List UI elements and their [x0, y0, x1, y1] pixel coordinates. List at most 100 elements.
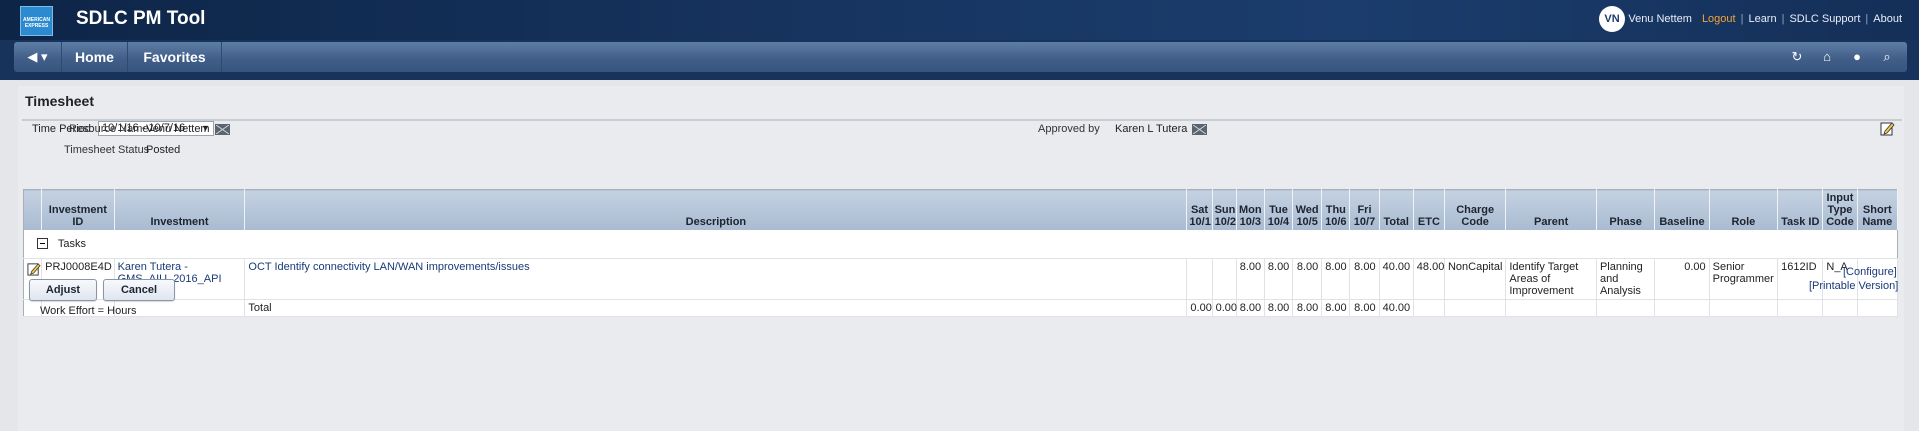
timesheet-panel: Timesheet Time Period: 10/1/16 - 10/7/16…	[18, 86, 1904, 431]
group-label: Tasks	[57, 237, 86, 250]
cell-empty	[1596, 299, 1656, 317]
header-cell	[23, 189, 43, 230]
cell-etc: 48.00	[1413, 258, 1445, 300]
configure-link[interactable]: [Configure]	[1843, 266, 1897, 278]
app-header: AMERICAN EXPRESS SDLC PM Tool VN Venu Ne…	[0, 0, 1919, 40]
table-header-row: Investment ID Investment Description Sat…	[23, 189, 1899, 230]
about-link[interactable]: About	[1868, 13, 1907, 25]
total-thu: 8.00	[1321, 299, 1351, 317]
cell-task-id: 1612ID	[1777, 258, 1824, 300]
header-etc: ETC	[1413, 189, 1445, 230]
header-mon: Mon 10/3	[1236, 189, 1265, 230]
work-effort-note: Work Effort = Hours	[40, 305, 137, 317]
back-menu-button[interactable]: ◀ ▾	[14, 42, 62, 72]
total-sun: 0.00	[1212, 299, 1237, 317]
description-link[interactable]: OCT Identify connectivity LAN/WAN improv…	[244, 258, 1188, 300]
header-investment-id[interactable]: Investment ID	[41, 189, 115, 230]
totals-row: Total 0.00 0.00 8.00 8.00 8.00 8.00 8.00…	[23, 299, 1899, 317]
total-wed: 8.00	[1292, 299, 1323, 317]
header-fri: Fri 10/7	[1349, 189, 1380, 230]
resource-name-label: Resource Name	[69, 123, 149, 135]
cancel-button[interactable]: Cancel	[103, 279, 175, 301]
total-total: 40.00	[1379, 299, 1414, 317]
avatar[interactable]: VN	[1599, 6, 1625, 32]
header-short-name[interactable]: Short Name	[1857, 189, 1899, 230]
cell-empty	[1822, 299, 1858, 317]
adjust-button[interactable]: Adjust	[29, 279, 97, 301]
page-title: Timesheet	[25, 93, 94, 109]
nav-icons: ↻ ⌂ ● ⌕	[1789, 49, 1895, 65]
refresh-icon[interactable]: ↻	[1789, 49, 1805, 65]
header-investment[interactable]: Investment	[114, 189, 246, 230]
header-parent[interactable]: Parent	[1505, 189, 1597, 230]
nav-inner: ◀ ▾ Home Favorites ↻ ⌂ ● ⌕	[14, 42, 1907, 72]
cell-empty	[1505, 299, 1597, 317]
header-input-type-code[interactable]: Input Type Code	[1822, 189, 1858, 230]
header-wed: Wed 10/5	[1292, 189, 1323, 230]
totals-label: Total	[244, 299, 1188, 317]
cell-tue[interactable]: 8.00	[1264, 258, 1294, 300]
total-sat: 0.00	[1186, 299, 1213, 317]
total-mon: 8.00	[1236, 299, 1265, 317]
total-fri: 8.00	[1349, 299, 1380, 317]
header-sat: Sat 10/1	[1186, 189, 1213, 230]
sdlc-support-link[interactable]: SDLC Support	[1784, 13, 1865, 25]
resource-name-value: Venu Nettem	[146, 123, 230, 135]
cell-charge-code: NonCapital	[1444, 258, 1507, 300]
nav-home[interactable]: Home	[62, 42, 128, 72]
header-tue: Tue 10/4	[1264, 189, 1294, 230]
cell-empty	[1709, 299, 1779, 317]
timesheet-status-value: Posted	[146, 144, 181, 156]
cell-short-name	[1857, 258, 1899, 300]
user-name[interactable]: Venu Nettem	[1623, 13, 1697, 25]
collapse-icon[interactable]	[37, 238, 48, 250]
header-total: Total	[1379, 189, 1414, 230]
amex-logo[interactable]: AMERICAN EXPRESS	[20, 6, 53, 36]
nav-favorites[interactable]: Favorites	[128, 42, 222, 72]
timesheet-table: Investment ID Investment Description Sat…	[23, 189, 1899, 317]
cell-empty	[1444, 299, 1507, 317]
home-icon[interactable]: ⌂	[1819, 49, 1835, 65]
header-thu: Thu 10/6	[1321, 189, 1351, 230]
cell-empty	[1654, 299, 1710, 317]
header-description[interactable]: Description	[244, 189, 1188, 230]
header-charge-code[interactable]: Charge Code	[1444, 189, 1507, 230]
header-role[interactable]: Role	[1709, 189, 1779, 230]
approved-by-value: Karen L Tutera	[1115, 123, 1208, 135]
header-baseline: Baseline	[1654, 189, 1710, 230]
header-phase[interactable]: Phase	[1596, 189, 1656, 230]
task-group-row: Tasks	[23, 230, 1898, 259]
table-row: PRJ0008E4D Karen Tutera - GMS_AIU_2016_A…	[23, 258, 1899, 300]
app-title: SDLC PM Tool	[76, 8, 206, 29]
learn-link[interactable]: Learn	[1743, 13, 1781, 25]
nav-bar: ◀ ▾ Home Favorites ↻ ⌂ ● ⌕	[0, 40, 1919, 80]
search-icon[interactable]: ⌕	[1879, 49, 1895, 65]
help-icon[interactable]: ●	[1849, 49, 1865, 65]
edit-icon[interactable]	[27, 262, 41, 276]
logout-link[interactable]: Logout	[1697, 13, 1741, 25]
header-task-id[interactable]: Task ID	[1777, 189, 1824, 230]
cell-mon[interactable]: 8.00	[1236, 258, 1265, 300]
cell-empty	[23, 299, 43, 317]
timesheet-status-label: Timesheet Status	[64, 144, 150, 156]
mail-icon[interactable]	[214, 123, 230, 135]
logo-text: AMERICAN EXPRESS	[23, 17, 50, 29]
cell-wed[interactable]: 8.00	[1292, 258, 1323, 300]
cell-input-type-code: N_A	[1822, 258, 1858, 300]
resource-name-text: Venu Nettem	[146, 123, 210, 135]
cell-parent: Identify Target Areas of Improvement	[1505, 258, 1597, 300]
total-tue: 8.00	[1264, 299, 1294, 317]
cell-empty	[1413, 299, 1445, 317]
cell-sun[interactable]	[1212, 258, 1237, 300]
edit-icon[interactable]	[1880, 121, 1895, 136]
cell-thu[interactable]: 8.00	[1321, 258, 1351, 300]
mail-icon[interactable]	[1192, 123, 1208, 135]
cell-sat[interactable]	[1186, 258, 1213, 300]
group-cell: Tasks	[23, 230, 1898, 259]
cell-phase: Planning and Analysis	[1596, 258, 1656, 300]
cell-empty	[1777, 299, 1824, 317]
divider	[22, 119, 1902, 121]
printable-version-link[interactable]: [Printable Version]	[1809, 280, 1898, 292]
cell-fri[interactable]: 8.00	[1349, 258, 1380, 300]
approved-by-label: Approved by	[1038, 123, 1100, 135]
